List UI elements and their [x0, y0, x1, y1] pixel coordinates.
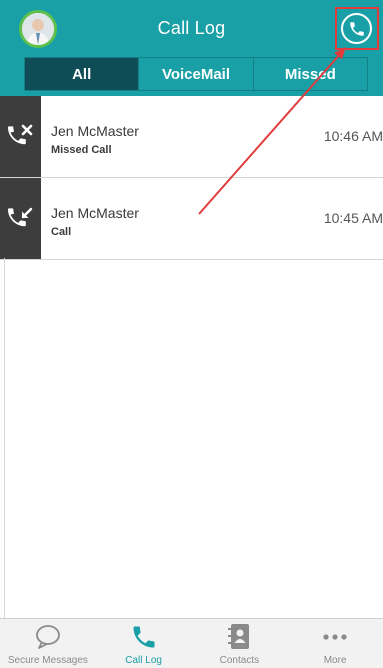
more-dots-icon	[323, 634, 347, 640]
call-type-indicator	[0, 96, 41, 177]
app-root: Call Log All VoiceMail Missed Jen McMast…	[0, 0, 383, 668]
tab-secure-messages[interactable]: Secure Messages	[0, 619, 96, 668]
call-time: 10:46 AM	[323, 128, 383, 144]
caller-name: Jen McMaster	[51, 205, 139, 221]
phone-icon	[133, 626, 155, 648]
call-details: Jen McMaster Call	[41, 178, 139, 259]
segment-voicemail[interactable]: VoiceMail	[138, 58, 252, 90]
list-edge-line	[4, 258, 5, 618]
call-button-highlight-box	[335, 7, 379, 50]
call-time: 10:45 AM	[323, 210, 383, 226]
call-list: Jen McMaster Missed Call 10:46 AM Jen Mc…	[0, 96, 383, 260]
segment-missed[interactable]: Missed	[252, 58, 367, 90]
call-type-label: Missed Call	[51, 144, 112, 156]
tab-label: Call Log	[125, 655, 162, 666]
tab-contacts[interactable]: Contacts	[192, 619, 288, 668]
call-type-label: Call	[51, 226, 72, 238]
call-type-indicator	[0, 178, 41, 259]
tab-label: Secure Messages	[7, 655, 88, 666]
header-bar: Call Log All VoiceMail Missed	[0, 0, 383, 96]
page-title: Call Log	[157, 18, 226, 38]
call-row[interactable]: Jen McMaster Call 10:45 AM	[0, 178, 383, 260]
call-details: Jen McMaster Missed Call	[41, 96, 139, 177]
call-filter-segmented-control: All VoiceMail Missed	[24, 57, 368, 91]
tab-label: More	[323, 655, 347, 666]
caller-name: Jen McMaster	[51, 123, 139, 139]
call-row[interactable]: Jen McMaster Missed Call 10:46 AM	[0, 96, 383, 178]
missed-call-icon	[7, 124, 32, 144]
incoming-call-icon	[7, 207, 32, 226]
address-book-icon	[228, 624, 250, 649]
tab-more[interactable]: More	[287, 619, 383, 668]
chat-bubble-icon	[35, 625, 60, 649]
tab-call-log[interactable]: Call Log	[96, 619, 192, 668]
bottom-tab-bar: Secure Messages Call Log Contacts More	[0, 618, 383, 668]
segment-all[interactable]: All	[25, 58, 139, 90]
tab-label: Contacts	[219, 655, 260, 666]
